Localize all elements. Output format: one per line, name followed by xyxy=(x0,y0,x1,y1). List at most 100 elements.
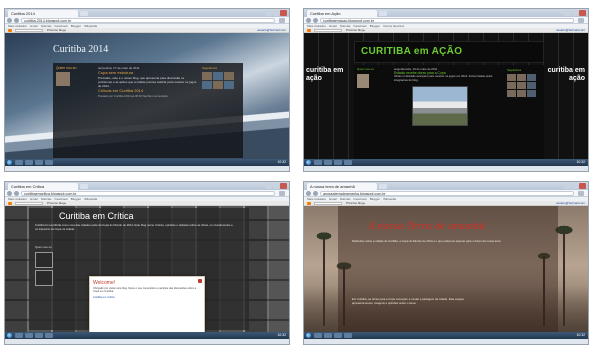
taskbar-app-icon[interactable] xyxy=(15,333,23,338)
taskbar-clock: 10:32 xyxy=(277,333,287,337)
blog-search-input[interactable] xyxy=(15,202,43,205)
start-button-icon[interactable] xyxy=(7,333,12,338)
forward-icon[interactable] xyxy=(14,18,19,23)
taskbar-app-icon[interactable] xyxy=(45,160,53,165)
followers-grid xyxy=(507,74,541,97)
follower-thumb[interactable] xyxy=(517,74,526,81)
maximize-button[interactable] xyxy=(272,10,280,16)
taskbar-app-icon[interactable] xyxy=(314,160,322,165)
browser-tab[interactable]: Curitiba 2014 xyxy=(8,10,78,17)
blog-search-input[interactable] xyxy=(314,202,342,205)
widget-title: Quem sou eu xyxy=(35,245,52,249)
taskbar-app-icon[interactable] xyxy=(314,333,322,338)
wrench-icon[interactable] xyxy=(578,191,584,196)
url-input[interactable]: curitibaemacao.blogspot.com.br xyxy=(320,18,574,23)
follower-thumb[interactable] xyxy=(507,82,516,89)
follower-thumb[interactable] xyxy=(224,81,234,89)
maximize-button[interactable] xyxy=(571,183,579,189)
close-button[interactable] xyxy=(280,183,288,189)
tab-bar: Curitiba em Crítica xyxy=(5,182,289,190)
follower-thumb[interactable] xyxy=(507,90,516,97)
blog-title[interactable]: Curitiba 2014 xyxy=(53,44,108,55)
taskbar-app-icon[interactable] xyxy=(334,160,342,165)
follower-thumb[interactable] xyxy=(202,81,212,89)
new-tab-button[interactable] xyxy=(80,184,88,189)
avatar[interactable] xyxy=(35,251,53,268)
follower-thumb[interactable] xyxy=(527,74,536,81)
forward-icon[interactable] xyxy=(313,191,318,196)
avatar[interactable] xyxy=(357,73,369,88)
start-button-icon[interactable] xyxy=(306,333,311,338)
follower-thumb[interactable] xyxy=(517,90,526,97)
browser-tab[interactable]: Curitiba em Crítica xyxy=(8,183,78,190)
post-title[interactable]: Copa sem estrutura xyxy=(98,71,198,75)
blogger-logo-icon[interactable] xyxy=(8,29,12,32)
forward-icon[interactable] xyxy=(313,18,318,23)
forward-icon[interactable] xyxy=(14,191,19,196)
screenshot-nossa-terra-de-amanha: A nossa terra de amanhã anossaterradeama… xyxy=(303,181,589,345)
url-input[interactable]: curitiba-2014.blogspot.com.br xyxy=(21,18,275,23)
url-input[interactable]: anossaterradeamanha.blogspot.com.br xyxy=(320,191,574,196)
taskbar-app-icon[interactable] xyxy=(344,333,352,338)
follower-thumb[interactable] xyxy=(213,72,223,80)
avatar[interactable] xyxy=(56,72,70,86)
minimize-button[interactable] xyxy=(564,10,571,16)
back-icon[interactable] xyxy=(7,18,12,23)
close-icon[interactable] xyxy=(198,279,202,283)
maximize-button[interactable] xyxy=(272,183,280,189)
close-button[interactable] xyxy=(280,10,288,16)
page-viewport: curitiba em ação curitiba em ação CURITI… xyxy=(304,33,588,166)
follower-thumb[interactable] xyxy=(527,82,536,89)
post-title-2[interactable]: Críticas em Curitiba 2014 xyxy=(98,89,198,93)
close-button[interactable] xyxy=(579,183,587,189)
minimize-button[interactable] xyxy=(265,10,272,16)
minimize-button[interactable] xyxy=(564,183,571,189)
popup-link[interactable]: Curitiba em Crítica xyxy=(93,296,201,299)
blogger-logo-icon[interactable] xyxy=(307,202,311,205)
follower-thumb[interactable] xyxy=(213,81,223,89)
blog-search-input[interactable] xyxy=(15,29,43,32)
follower-thumb[interactable] xyxy=(224,72,234,80)
new-tab-button[interactable] xyxy=(379,11,387,16)
blog-title[interactable]: CURITIBA em AÇÃO xyxy=(361,46,462,57)
taskbar-app-icon[interactable] xyxy=(334,333,342,338)
blog-search-input[interactable] xyxy=(314,29,342,32)
wrench-icon[interactable] xyxy=(279,18,285,23)
wrench-icon[interactable] xyxy=(578,18,584,23)
blogger-logo-icon[interactable] xyxy=(8,202,12,205)
blogger-logo-icon[interactable] xyxy=(307,29,311,32)
follower-thumb[interactable] xyxy=(527,90,536,97)
back-icon[interactable] xyxy=(7,191,12,196)
window-controls xyxy=(564,10,587,16)
follower-thumb[interactable] xyxy=(517,82,526,89)
start-button-icon[interactable] xyxy=(306,160,311,165)
browser-tab[interactable]: A nossa terra de amanhã xyxy=(307,183,377,190)
back-icon[interactable] xyxy=(306,191,311,196)
post-photo[interactable] xyxy=(412,86,468,127)
new-tab-button[interactable] xyxy=(379,184,387,189)
followers-grid xyxy=(202,72,240,89)
wrench-icon[interactable] xyxy=(279,191,285,196)
taskbar-app-icon[interactable] xyxy=(25,333,33,338)
blog-title[interactable]: A nossa Terra de amanhã xyxy=(368,220,485,232)
taskbar-app-icon[interactable] xyxy=(25,160,33,165)
new-tab-button[interactable] xyxy=(80,11,88,16)
taskbar-app-icon[interactable] xyxy=(324,333,332,338)
taskbar-app-icon[interactable] xyxy=(45,333,53,338)
close-button[interactable] xyxy=(579,10,587,16)
minimize-button[interactable] xyxy=(265,183,272,189)
start-button-icon[interactable] xyxy=(7,160,12,165)
maximize-button[interactable] xyxy=(571,10,579,16)
follower-thumb[interactable] xyxy=(507,74,516,81)
taskbar-app-icon[interactable] xyxy=(15,160,23,165)
taskbar-app-icon[interactable] xyxy=(35,160,43,165)
blog-title[interactable]: Curitiba em Crítica xyxy=(59,211,134,221)
taskbar-app-icon[interactable] xyxy=(344,160,352,165)
url-input[interactable]: curitibaemcritica.blogspot.com.br xyxy=(21,191,275,196)
follower-thumb[interactable] xyxy=(202,72,212,80)
browser-tab[interactable]: Curitiba em Ação xyxy=(307,10,377,17)
back-icon[interactable] xyxy=(306,18,311,23)
avatar[interactable] xyxy=(35,269,53,286)
taskbar-app-icon[interactable] xyxy=(324,160,332,165)
taskbar-app-icon[interactable] xyxy=(35,333,43,338)
